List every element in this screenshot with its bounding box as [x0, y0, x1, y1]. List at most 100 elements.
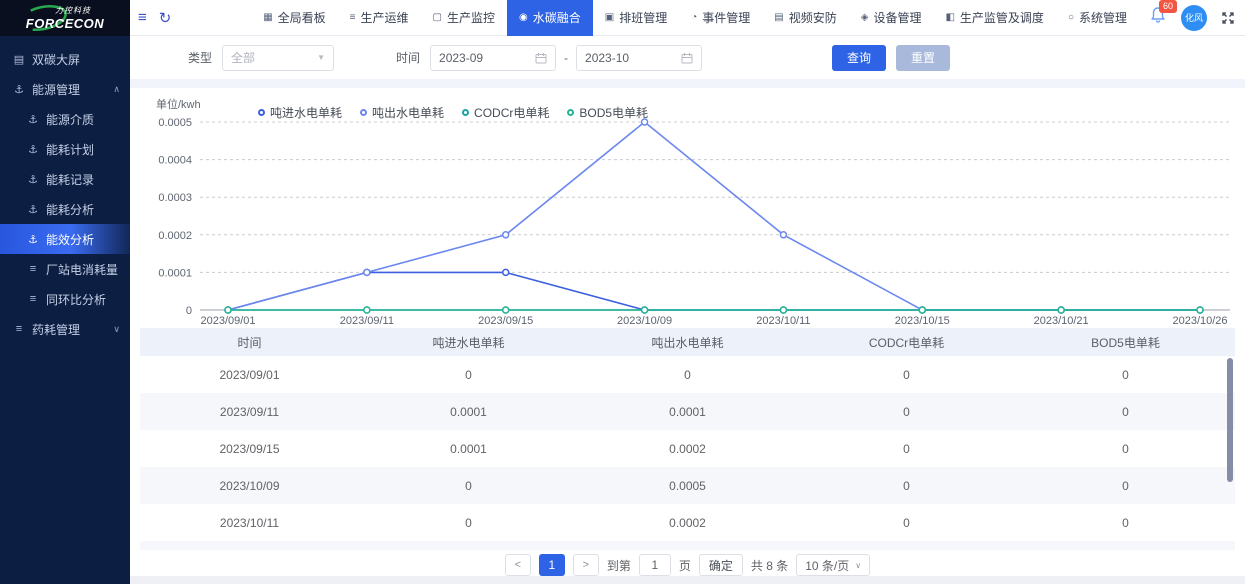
table-cell: 0 [1016, 393, 1235, 430]
calendar-icon [535, 52, 547, 64]
system-icon: ○ [1068, 12, 1074, 23]
top-nav-item-label: 生产运维 [361, 9, 409, 26]
main-area: ≡ ↻ ▦全局看板≡生产运维▢生产监控◉水碳融合▣排班管理◔事件管理▤视频安防◈… [130, 0, 1245, 584]
table-row[interactable]: 2023/09/150.00010.000200 [140, 430, 1235, 467]
energy-icon: ⚓ [26, 143, 40, 156]
sidebar-item[interactable]: ≡厂站电消耗量 [0, 254, 130, 284]
prev-page-button[interactable]: < [505, 554, 531, 576]
top-nav-item[interactable]: ▣排班管理 [593, 0, 679, 36]
table-cell: 0 [797, 430, 1016, 467]
date-to-input[interactable]: 2023-10 [576, 45, 702, 71]
collapse-menu-icon[interactable]: ≡ [138, 9, 147, 26]
table-scrollbar[interactable] [1227, 358, 1233, 482]
svg-text:0.0005: 0.0005 [158, 117, 192, 129]
date-from-input[interactable]: 2023-09 [430, 45, 556, 71]
video-icon: ▤ [774, 12, 783, 23]
top-nav-item[interactable]: ◔事件管理 [679, 0, 762, 36]
top-nav-item[interactable]: ▦全局看板 [251, 0, 337, 36]
table-header: 时间吨进水电单耗吨出水电单耗CODCr电单耗BOD5电单耗 [140, 328, 1235, 356]
legend-item[interactable]: CODCr电单耗 [462, 104, 549, 121]
chart-canvas: 0.00050.00040.00030.00020.000102023/09/0… [142, 88, 1237, 328]
table-cell: 2023/10/15 [140, 541, 359, 550]
sidebar-item-label: 双碳大屏 [32, 51, 80, 68]
table-row[interactable]: 2023/10/0900.000500 [140, 467, 1235, 504]
type-select[interactable]: 全部 ▼ [222, 45, 334, 71]
top-nav-item-label: 全局看板 [278, 9, 326, 26]
sidebar-item[interactable]: ⚓能耗记录 [0, 164, 130, 194]
table-row[interactable]: 2023/09/010000 [140, 356, 1235, 393]
next-page-button[interactable]: > [573, 554, 599, 576]
legend-item[interactable]: 吨出水电单耗 [360, 104, 444, 121]
page-size-select[interactable]: 10 条/页 ∨ [796, 554, 870, 576]
sidebar-item[interactable]: ⚓能源管理∧ [0, 74, 130, 104]
table-cell: 2023/10/11 [140, 504, 359, 541]
goto-suffix-label: 页 [679, 557, 691, 574]
sidebar-item-label: 药耗管理 [32, 321, 80, 338]
goto-page-input[interactable]: 1 [639, 554, 671, 576]
sidebar-nav: ▤双碳大屏⚓能源管理∧⚓能源介质⚓能耗计划⚓能耗记录⚓能耗分析⚓能效分析≡厂站电… [0, 36, 130, 344]
sidebar-item[interactable]: ⚓能效分析 [0, 224, 130, 254]
line-chart: 单位/kwh 吨进水电单耗 吨出水电单耗 CODCr电单耗 BOD5电单耗 0.000… [130, 88, 1245, 328]
current-page-button[interactable]: 1 [539, 554, 565, 576]
pagination: < 1 > 到第 1 页 确定 共 8 条 10 条/页 ∨ [130, 554, 1245, 576]
top-nav-item[interactable]: ◈设备管理 [849, 0, 934, 36]
device-icon: ◈ [861, 12, 869, 23]
chevron-down-icon: ▼ [317, 53, 325, 62]
svg-text:2023/10/09: 2023/10/09 [617, 315, 672, 327]
table-cell: 0 [359, 541, 578, 550]
chart-unit-label: 单位/kwh [156, 96, 201, 112]
top-nav: ▦全局看板 ≡ 生产运维 ▢生产监控◉水碳融合▣排班管理◔事件管理▤视频安防◈设备管理… [251, 0, 1139, 36]
schedule-icon: ▣ [605, 12, 614, 23]
refresh-icon[interactable]: ↻ [159, 9, 172, 27]
date-to-value: 2023-10 [585, 51, 629, 65]
sidebar-item[interactable]: ≡同环比分析 [0, 284, 130, 314]
table-cell: 0.0002 [578, 430, 797, 467]
legend-marker-icon [258, 109, 265, 116]
table-column-header: 吨出水电单耗 [578, 328, 797, 356]
table-cell: 0 [359, 504, 578, 541]
sidebar-item-label: 厂站电消耗量 [46, 261, 118, 278]
top-nav-item[interactable]: ◧生产监管及调度 [933, 0, 1055, 36]
table-cell: 0 [1016, 356, 1235, 393]
sidebar-item[interactable]: ≡ 药耗管理 ∨ [0, 314, 130, 344]
table-row[interactable]: 2023/09/110.00010.000100 [140, 393, 1235, 430]
section-divider [130, 79, 1245, 88]
svg-text:0.0001: 0.0001 [158, 267, 192, 279]
energy-icon: ⚓ [12, 83, 26, 96]
ops-icon: ≡ [350, 12, 356, 23]
top-nav-item-label: 生产监管及调度 [960, 9, 1044, 26]
table-cell: 0 [359, 467, 578, 504]
top-nav-item[interactable]: ≡ 生产运维 [338, 0, 421, 36]
sidebar-item[interactable]: ⚓能源介质 [0, 104, 130, 134]
table-row[interactable]: 2023/10/1100.000200 [140, 504, 1235, 541]
avatar[interactable]: 化风 [1181, 5, 1207, 31]
svg-text:2023/09/01: 2023/09/01 [200, 315, 255, 327]
notification-bell-icon[interactable]: 60 [1149, 6, 1167, 29]
sidebar-item[interactable]: ▤双碳大屏 [0, 44, 130, 74]
table-column-header: BOD5电单耗 [1016, 328, 1235, 356]
top-nav-item[interactable]: ▢生产监控 [421, 0, 507, 36]
top-nav-item[interactable]: ◉水碳融合 [507, 0, 593, 36]
energy-icon: ⚓ [26, 173, 40, 186]
fullscreen-icon[interactable] [1221, 11, 1235, 25]
reset-button[interactable]: 重置 [896, 45, 950, 71]
chevron-down-icon: ∨ [113, 324, 120, 335]
top-nav-item[interactable]: ▤视频安防 [762, 0, 848, 36]
med-icon: ≡ [12, 323, 26, 335]
sidebar-item[interactable]: ⚓能耗计划 [0, 134, 130, 164]
legend-item[interactable]: BOD5电单耗 [567, 104, 648, 121]
sidebar-item[interactable]: ⚓能耗分析 [0, 194, 130, 224]
table-row[interactable]: 2023/10/150000 [140, 541, 1235, 550]
legend-item[interactable]: 吨进水电单耗 [258, 104, 342, 121]
table-cell: 0.0001 [359, 393, 578, 430]
table-cell: 0.0001 [578, 393, 797, 430]
brand-name-cn: 力控科技 [55, 5, 91, 16]
legend-marker-icon [567, 109, 574, 116]
search-button[interactable]: 查询 [832, 45, 886, 71]
table-column-header: CODCr电单耗 [797, 328, 1016, 356]
goto-confirm-button[interactable]: 确定 [699, 554, 743, 576]
energy-icon: ⚓ [26, 203, 40, 216]
date-range-separator: - [564, 51, 568, 65]
content-panel: 类型 全部 ▼ 时间 2023-09 - 2023 [130, 36, 1245, 576]
top-nav-item[interactable]: ○系统管理 [1056, 0, 1139, 36]
